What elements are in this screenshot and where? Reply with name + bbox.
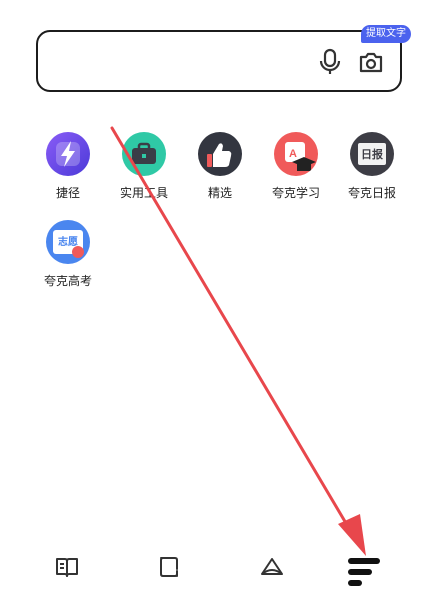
- newspaper-icon: 日报: [350, 132, 394, 176]
- newspaper-text: 日报: [361, 149, 383, 161]
- app-label: 捷径: [55, 186, 80, 200]
- tabs-icon[interactable]: [156, 554, 182, 580]
- graduation-cap-icon: A: [274, 132, 318, 176]
- search-input[interactable]: [52, 46, 306, 78]
- app-tools[interactable]: 实用工具: [106, 132, 182, 201]
- app-label: 实用工具: [119, 186, 168, 200]
- cloud-icon[interactable]: [258, 554, 286, 580]
- toolbox-icon: [122, 132, 166, 176]
- ocr-badge[interactable]: 提取文字: [361, 25, 411, 43]
- app-study[interactable]: A 夸克学习: [258, 132, 334, 201]
- microphone-icon[interactable]: [318, 48, 342, 76]
- app-daily[interactable]: 日报 夸克日报: [334, 132, 410, 201]
- app-featured[interactable]: 精选: [182, 132, 258, 201]
- book-icon[interactable]: [54, 554, 80, 580]
- svg-text:A: A: [289, 148, 297, 160]
- app-shortcut[interactable]: 捷径: [30, 132, 106, 201]
- app-gaokao[interactable]: 志愿 夸克高考: [30, 220, 106, 289]
- app-label: 夸克高考: [43, 274, 92, 288]
- lightning-icon: [46, 132, 90, 176]
- app-label: 精选: [207, 186, 232, 200]
- app-label: 夸克学习: [271, 186, 320, 200]
- thumbs-up-icon: [198, 132, 242, 176]
- volunteer-card-icon: 志愿: [46, 220, 90, 264]
- menu-icon[interactable]: [344, 556, 382, 590]
- search-box[interactable]: [36, 30, 402, 92]
- camera-icon[interactable]: [358, 50, 384, 74]
- app-label: 夸克日报: [347, 186, 396, 200]
